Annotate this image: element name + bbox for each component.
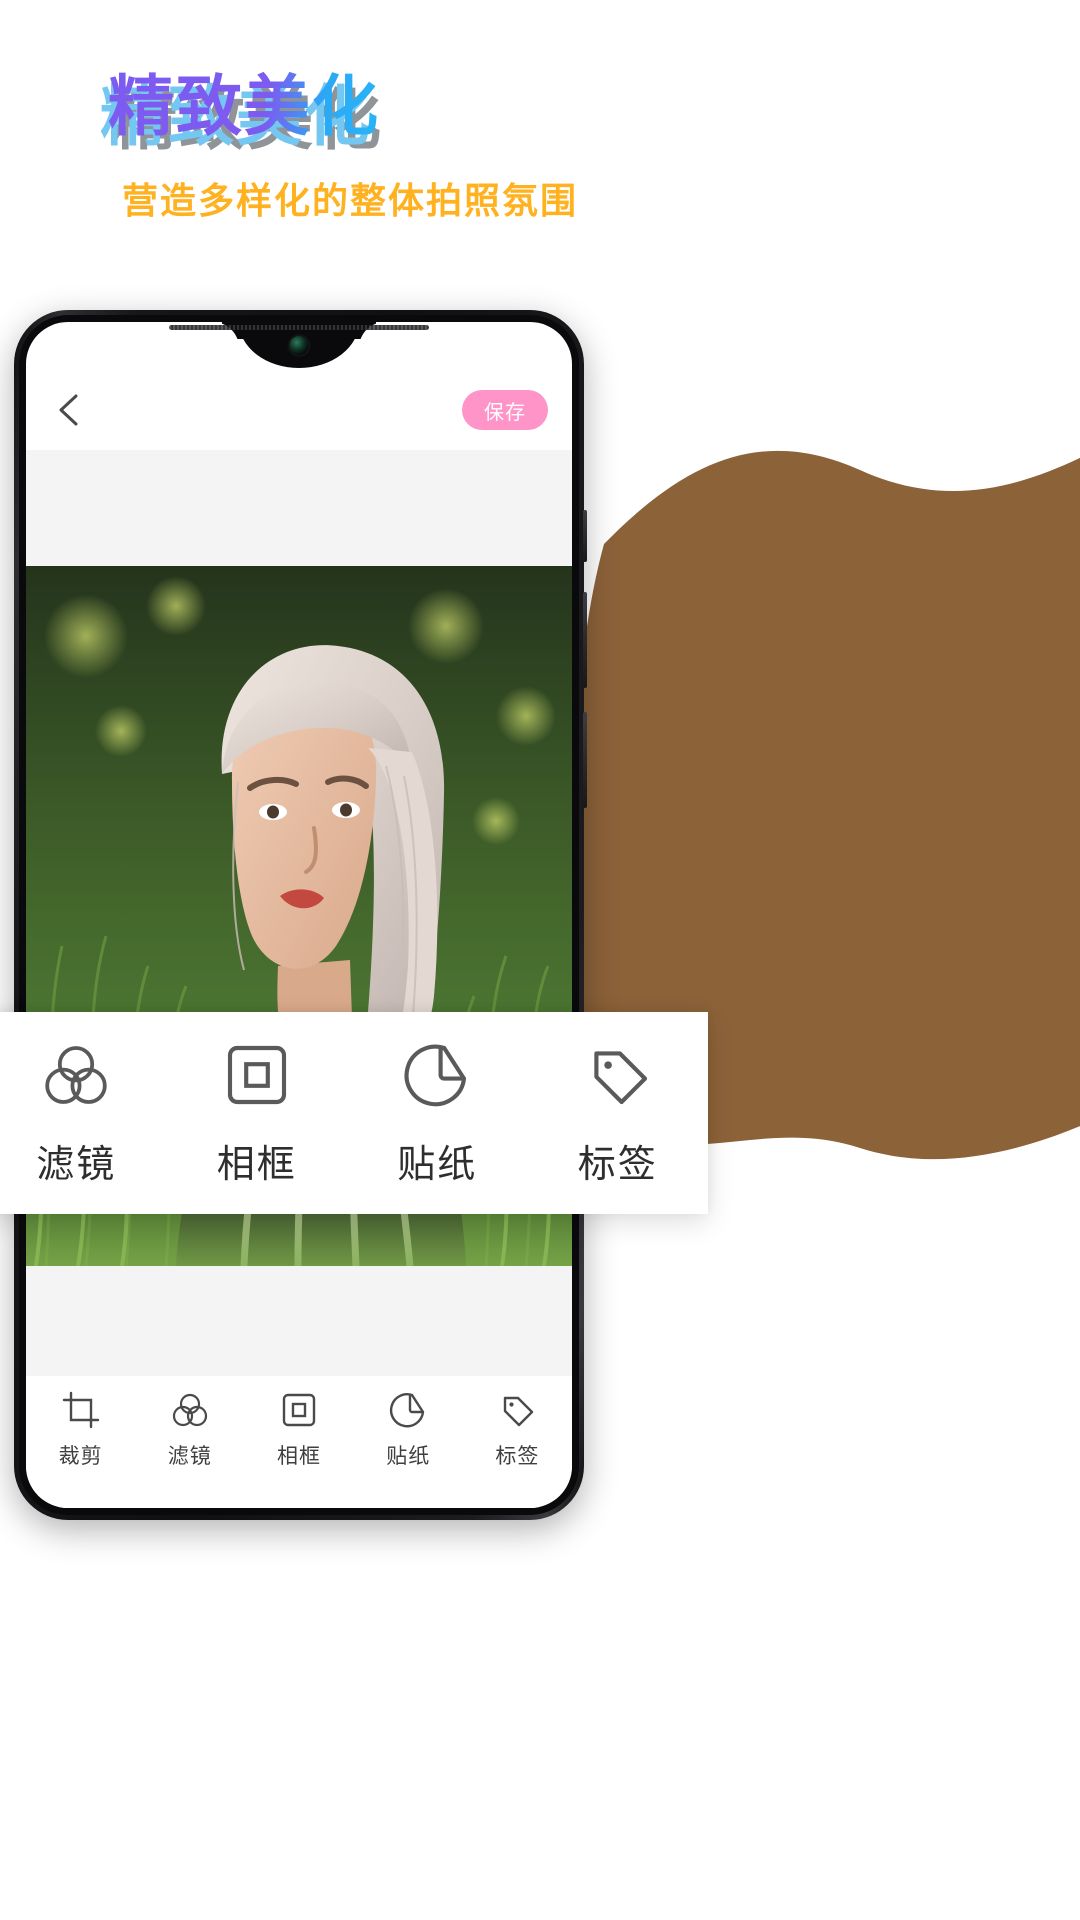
popup-item-frame[interactable]: 相框 [167,1039,348,1188]
phone-side-button-volume-up[interactable] [583,592,587,688]
sticker-icon [404,1044,467,1106]
sticker-icon [390,1393,425,1428]
tag-icon [594,1050,647,1104]
nav-label-crop: 裁剪 [58,1445,103,1468]
nav-label-sticker: 贴纸 [386,1445,431,1468]
nav-item-sticker[interactable]: 贴纸 [354,1390,463,1470]
phone-side-button-volume-down[interactable] [583,712,587,808]
frame-icon [282,1393,316,1427]
phone-side-button-power[interactable] [583,510,587,562]
popup-label-tag: 标签 [577,1143,658,1186]
frame-icon [227,1045,286,1104]
promo-page: 精致美化 精致美化 精致美化 营造多样化的整体拍照氛围 保存 [0,0,1080,1920]
phone-mockup: 保存 裁剪 滤镜 相框 贴纸 标签 [14,310,587,1520]
popup-label-sticker: 贴纸 [397,1143,478,1186]
edit-canvas[interactable] [26,450,572,1390]
filter-circles-icon [45,1045,107,1104]
nav-label-frame: 相框 [277,1445,321,1468]
page-title-main: 精致美化 [108,69,380,143]
page-subtitle: 营造多样化的整体拍照氛围 [122,180,579,221]
popup-item-tag[interactable]: 标签 [528,1039,709,1188]
nav-item-tag[interactable]: 标签 [463,1390,572,1470]
chevron-left-icon[interactable] [52,388,86,432]
floating-tool-menu: 滤镜 相框 贴纸 标签 [0,1012,708,1214]
filter-circles-icon [172,1393,207,1427]
earpiece-speaker [169,325,429,330]
nav-label-tag: 标签 [495,1445,540,1468]
app-header: 保存 [26,374,572,450]
popup-label-frame: 相框 [216,1143,297,1186]
crop-icon [62,1391,99,1429]
nav-label-filter: 滤镜 [167,1445,212,1468]
nav-item-filter[interactable]: 滤镜 [135,1390,244,1470]
popup-label-filter: 滤镜 [36,1143,117,1186]
front-camera-icon [289,336,309,355]
popup-item-filter[interactable]: 滤镜 [0,1039,167,1188]
editor-bottom-nav: 裁剪 滤镜 相框 贴纸 标签 [26,1376,572,1508]
nav-item-crop[interactable]: 裁剪 [26,1390,135,1470]
popup-item-sticker[interactable]: 贴纸 [347,1039,528,1188]
tag-icon [504,1396,534,1427]
save-button[interactable]: 保存 [462,390,548,430]
nav-item-frame[interactable]: 相框 [244,1390,353,1470]
phone-screen: 保存 裁剪 滤镜 相框 贴纸 标签 [26,322,572,1508]
